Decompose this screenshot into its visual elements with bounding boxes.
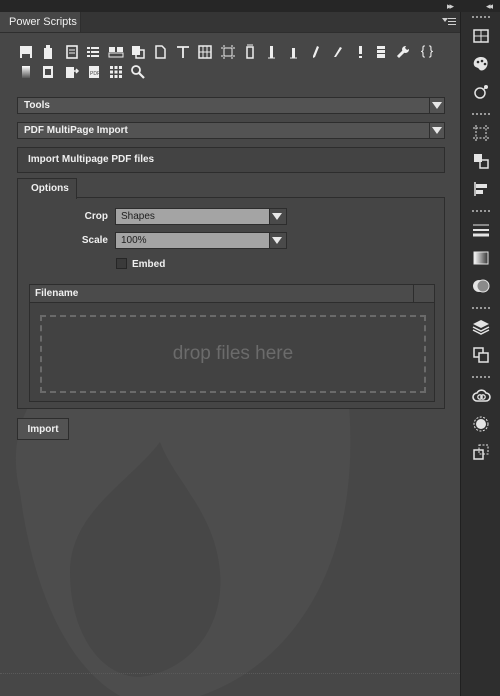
gradient-icon[interactable] xyxy=(471,248,491,268)
options-panel: Crop Shapes Scale 100% Embed Filename dr… xyxy=(17,197,445,409)
power-scripts-panel: Power Scripts { } PDF Tools PDF MultiPag… xyxy=(0,12,460,696)
magnifier-icon[interactable] xyxy=(130,64,146,80)
document-icon[interactable] xyxy=(64,44,80,60)
gradient-icon[interactable] xyxy=(18,64,34,80)
pen-icon[interactable] xyxy=(308,44,324,60)
chevron-down-icon[interactable] xyxy=(429,98,444,113)
align-icon[interactable] xyxy=(471,179,491,199)
braces-icon[interactable]: { } xyxy=(416,43,438,59)
crop-value: Shapes xyxy=(121,211,155,222)
bar-2-icon[interactable] xyxy=(286,44,302,60)
graph-icon[interactable] xyxy=(471,82,491,102)
script-description: Import Multipage PDF files xyxy=(17,147,445,173)
tab-power-scripts[interactable]: Power Scripts xyxy=(0,12,81,32)
grid-icon[interactable] xyxy=(471,26,491,46)
embed-label: Embed xyxy=(132,259,166,270)
import-button-label: Import xyxy=(27,424,59,435)
dock-grip[interactable] xyxy=(472,210,490,214)
dock-grip[interactable] xyxy=(472,307,490,311)
file-list-header: Filename xyxy=(30,285,434,303)
script-dropdown-value: PDF MultiPage Import xyxy=(24,125,128,136)
dock-grip[interactable] xyxy=(472,376,490,380)
chevron-down-icon[interactable] xyxy=(269,233,286,248)
panel-menu-icon[interactable] xyxy=(442,15,456,27)
description-text: Import Multipage PDF files xyxy=(28,154,155,165)
list-icon[interactable] xyxy=(85,44,101,60)
copy-icon[interactable] xyxy=(130,44,146,60)
drop-zone[interactable]: drop files here xyxy=(40,315,426,393)
layers-icon[interactable] xyxy=(471,317,491,337)
collapse-icon[interactable]: ▸▸ xyxy=(447,0,454,12)
pdf-icon[interactable]: PDF xyxy=(86,64,102,80)
transform-icon[interactable] xyxy=(471,442,491,462)
grid-icon[interactable] xyxy=(197,44,213,60)
arrange-icon[interactable] xyxy=(471,151,491,171)
column-icon[interactable] xyxy=(242,44,258,60)
panel-tab-bar: Power Scripts xyxy=(0,12,460,33)
drop-zone-text: drop files here xyxy=(172,343,294,364)
stack-icon[interactable] xyxy=(373,44,389,60)
card-icon[interactable] xyxy=(108,44,124,60)
text-tool-icon[interactable] xyxy=(175,44,191,60)
stroke-icon[interactable] xyxy=(471,220,491,240)
script-dropdown[interactable]: PDF MultiPage Import xyxy=(17,122,445,139)
right-dock xyxy=(460,12,500,696)
palette-icon[interactable] xyxy=(471,54,491,74)
crop-select[interactable]: Shapes xyxy=(115,208,287,225)
transparency-icon[interactable] xyxy=(471,276,491,296)
chair-icon[interactable] xyxy=(18,44,34,60)
tab-options[interactable]: Options xyxy=(17,178,77,199)
creative-cloud-icon[interactable] xyxy=(471,386,491,406)
dock-grip[interactable] xyxy=(472,113,490,117)
exclaim-icon[interactable] xyxy=(352,44,368,60)
artboard-icon[interactable] xyxy=(471,123,491,143)
filename-column-header[interactable]: Filename xyxy=(35,288,78,299)
tools-dropdown-value: Tools xyxy=(24,100,50,111)
artboards-icon[interactable] xyxy=(471,345,491,365)
export-icon[interactable] xyxy=(64,64,80,80)
sheet-icon[interactable] xyxy=(40,64,56,80)
chevron-down-icon[interactable] xyxy=(429,123,444,138)
wrench-icon[interactable] xyxy=(395,44,411,60)
scale-select[interactable]: 100% xyxy=(115,232,287,249)
tools-dropdown[interactable]: Tools xyxy=(17,97,445,114)
dock-grip[interactable] xyxy=(472,16,490,20)
tab-options-label: Options xyxy=(31,183,69,194)
bottle-icon[interactable] xyxy=(40,44,56,60)
chevron-down-icon[interactable] xyxy=(269,209,286,224)
scale-value: 100% xyxy=(121,235,147,246)
crop-label: Crop xyxy=(84,211,108,222)
bar-1-icon[interactable] xyxy=(264,44,280,60)
scale-label: Scale xyxy=(81,235,108,246)
pencil-icon[interactable] xyxy=(330,44,346,60)
panel-footer-divider xyxy=(0,673,460,675)
crop-marks-icon[interactable] xyxy=(220,44,236,60)
top-strip: ▸▸ ◂◂ xyxy=(0,0,500,12)
import-button[interactable]: Import xyxy=(17,418,69,440)
embed-checkbox[interactable] xyxy=(116,258,127,269)
panel-title: Power Scripts xyxy=(9,16,77,28)
tiles-icon[interactable] xyxy=(108,64,124,80)
column-divider[interactable] xyxy=(413,285,434,302)
page-icon[interactable] xyxy=(152,44,168,60)
expand-icon[interactable]: ◂◂ xyxy=(486,0,493,12)
svg-text:PDF: PDF xyxy=(90,71,100,77)
appearance-icon[interactable] xyxy=(471,414,491,434)
file-list[interactable]: Filename drop files here xyxy=(29,284,435,402)
